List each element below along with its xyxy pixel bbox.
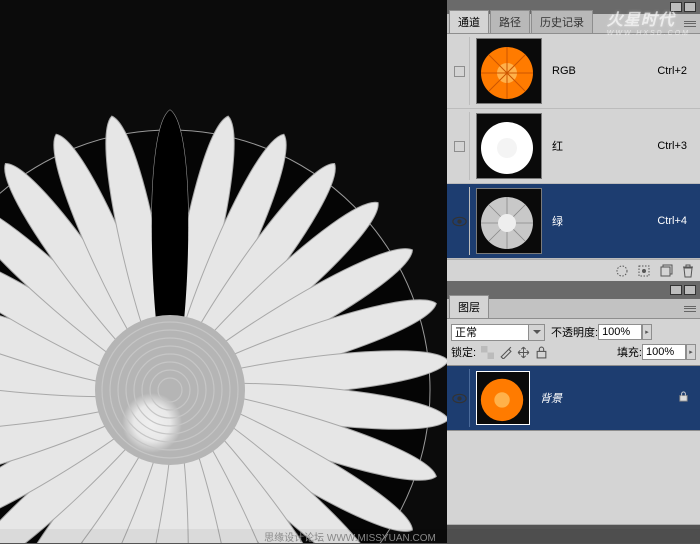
channel-green[interactable]: 绿 Ctrl+4 [447, 184, 700, 259]
fill-label: 填充: [617, 344, 642, 360]
delete-channel-icon[interactable] [678, 262, 698, 280]
eye-icon [452, 216, 467, 227]
new-channel-icon[interactable] [656, 262, 676, 280]
tab-history[interactable]: 历史记录 [531, 10, 593, 33]
lock-icon [678, 391, 689, 405]
layer-thumbnail [476, 371, 530, 425]
visibility-toggle[interactable] [450, 369, 470, 427]
opacity-label: 不透明度: [551, 324, 598, 340]
channel-shortcut: Ctrl+2 [657, 65, 687, 77]
opacity-input[interactable]: 100% [598, 324, 642, 340]
visibility-toggle[interactable] [450, 112, 470, 180]
collapse-button[interactable] [670, 285, 682, 295]
panel-menu-icon[interactable] [682, 303, 698, 315]
channel-red[interactable]: 红 Ctrl+3 [447, 109, 700, 184]
footer-watermark: 思缘设计论坛 WWW.MISSYUAN.COM [0, 529, 700, 543]
blend-mode-dropdown-icon[interactable] [529, 324, 545, 341]
save-selection-icon[interactable] [634, 262, 654, 280]
channel-rgb[interactable]: RGB Ctrl+2 [447, 34, 700, 109]
lock-all-icon[interactable] [534, 345, 548, 359]
watermark-logo: 火星时代 WWW.HXSD.COM [607, 6, 690, 37]
lock-transparency-icon[interactable] [480, 345, 494, 359]
layer-name[interactable]: 背景 [540, 390, 678, 406]
fill-input[interactable]: 100% [642, 344, 686, 360]
layers-empty-area[interactable] [447, 431, 700, 525]
opacity-flyout-icon[interactable]: ▸ [642, 324, 652, 340]
lock-label: 锁定: [451, 344, 476, 360]
tab-channels[interactable]: 通道 [449, 10, 489, 33]
lock-pixels-icon[interactable] [498, 345, 512, 359]
eye-icon [452, 393, 467, 404]
tab-layers[interactable]: 图层 [449, 295, 489, 318]
layers-tab-bar: 图层 [447, 299, 700, 319]
layer-controls: 正常 不透明度: 100% ▸ 锁定: 填充: [447, 319, 700, 365]
channel-name: RGB [552, 65, 657, 77]
channel-thumbnail [476, 38, 542, 104]
tab-paths[interactable]: 路径 [490, 10, 530, 33]
channel-thumbnail [476, 188, 542, 254]
channel-thumbnail [476, 113, 542, 179]
visibility-toggle[interactable] [450, 37, 470, 105]
load-selection-icon[interactable] [612, 262, 632, 280]
fill-flyout-icon[interactable]: ▸ [686, 344, 696, 360]
channel-shortcut: Ctrl+3 [657, 140, 687, 152]
document-canvas[interactable] [0, 0, 447, 543]
channel-name: 红 [552, 138, 657, 154]
visibility-off-icon [454, 141, 465, 152]
visibility-off-icon [454, 66, 465, 77]
close-panel-button[interactable] [684, 285, 696, 295]
blend-mode-select[interactable]: 正常 [451, 324, 529, 341]
visibility-toggle[interactable] [450, 187, 470, 255]
layer-background[interactable]: 背景 [447, 365, 700, 431]
channels-list: RGB Ctrl+2 红 Ctrl+3 [447, 34, 700, 259]
channel-shortcut: Ctrl+4 [657, 215, 687, 227]
channel-name: 绿 [552, 213, 657, 229]
panels-area: 通道 路径 历史记录 [447, 0, 700, 525]
channels-footer [447, 259, 700, 281]
lock-position-icon[interactable] [516, 345, 530, 359]
